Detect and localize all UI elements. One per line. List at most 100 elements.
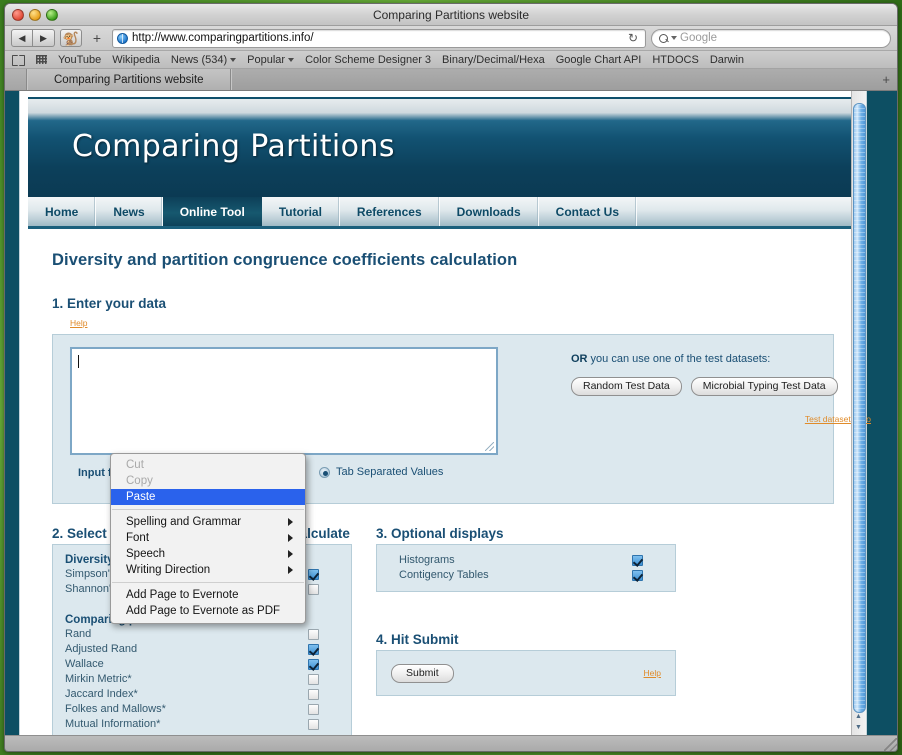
checkbox-mirkin-metric[interactable] (308, 674, 319, 685)
checkbox-label: Wallace (65, 658, 104, 670)
checkbox-row-mirkin-metric[interactable]: Mirkin Metric* (65, 672, 339, 687)
menu-item-label: Add Page to Evernote (126, 589, 239, 601)
vertical-scrollbar[interactable]: ▲ ▼ (851, 91, 866, 736)
nav-item-home[interactable]: Home (28, 197, 97, 226)
zoom-window-button[interactable] (46, 9, 58, 21)
address-bar[interactable]: http://www.comparingpartitions.info/ ↻ (112, 28, 646, 48)
optional-displays-panel: Histograms Contigency Tables (376, 544, 676, 592)
bookmark-wikipedia[interactable]: Wikipedia (112, 54, 160, 66)
nav-filler (637, 197, 858, 226)
checkbox-row-contigency-tables[interactable]: Contigency Tables (389, 568, 663, 583)
reload-icon[interactable]: ↻ (625, 31, 641, 45)
checkbox-row-folkes-and-mallows[interactable]: Folkes and Mallows* (65, 702, 339, 717)
data-textarea[interactable] (69, 346, 499, 456)
random-test-data-button[interactable]: Random Test Data (571, 377, 682, 396)
step-1-help-link[interactable]: Help (70, 318, 87, 328)
checkbox-contigency-tables[interactable] (632, 570, 643, 581)
checkbox-jaccard-index[interactable] (308, 689, 319, 700)
submenu-arrow-icon (288, 550, 293, 558)
nav-item-online-tool[interactable]: Online Tool (162, 197, 262, 226)
step-4-help-link[interactable]: Help (644, 668, 661, 678)
nav-item-contact-us[interactable]: Contact Us (539, 197, 637, 226)
checkbox-row-histograms[interactable]: Histograms (389, 553, 663, 568)
bookmark-label: News (534) (170, 53, 228, 66)
step-4-heading: 4. Hit Submit (376, 632, 459, 647)
text-cursor (78, 355, 79, 368)
window-resize-grip[interactable] (884, 738, 897, 751)
search-placeholder: Google (680, 32, 718, 44)
nav-label: References (356, 204, 422, 219)
context-menu-separator (112, 582, 304, 583)
bookmark-label: Binary/Decimal/Hexa (442, 53, 545, 66)
checkbox-row-rand[interactable]: Rand (65, 627, 339, 642)
nav-label: Online Tool (179, 204, 245, 219)
checkbox-shannons-index[interactable] (308, 584, 319, 595)
bookmark-color-scheme-designer[interactable]: Color Scheme Designer 3 (305, 54, 431, 66)
microbial-typing-test-data-button[interactable]: Microbial Typing Test Data (690, 377, 838, 396)
checkbox-histograms[interactable] (632, 555, 643, 566)
bookmark-darwin[interactable]: Darwin (710, 54, 744, 66)
checkbox-folkes-and-mallows[interactable] (308, 704, 319, 715)
bookmark-label: Google Chart API (555, 53, 642, 66)
checkbox-row-mutual-information[interactable]: Mutual Information* (65, 717, 339, 732)
chevron-down-icon[interactable] (671, 36, 677, 40)
evernote-elephant-icon[interactable]: 🐒 (60, 29, 82, 47)
menu-item-label: Cut (126, 459, 144, 471)
nav-item-tutorial[interactable]: Tutorial (262, 197, 340, 226)
checkbox-row-jaccard-index[interactable]: Jaccard Index* (65, 687, 339, 702)
checkbox-simpsons-index[interactable] (308, 569, 319, 580)
bookmark-google-chart-api[interactable]: Google Chart API (556, 54, 642, 66)
bookmark-binary-decimal-hexa[interactable]: Binary/Decimal/Hexa (442, 54, 545, 66)
step-1-label: 1. Enter your data (52, 296, 167, 311)
checkbox-row-adjusted-rand[interactable]: Adjusted Rand (65, 642, 339, 657)
tab-comparing-partitions-website[interactable]: Comparing Partitions website (27, 69, 231, 90)
checkbox-mutual-information[interactable] (308, 719, 319, 730)
test-datasets-text: OR you can use one of the test datasets: (571, 353, 871, 365)
context-menu-item-font[interactable]: Font (111, 530, 305, 546)
horizontal-scrollbar[interactable] (5, 735, 897, 751)
nav-item-news[interactable]: News (96, 197, 163, 226)
submit-button[interactable]: Submit (391, 663, 454, 683)
checkbox-wallace[interactable] (308, 659, 319, 670)
scroll-up-arrow-icon[interactable]: ▲ (852, 713, 865, 724)
bookmark-youtube[interactable]: YouTube (58, 54, 101, 66)
context-menu-item-add-page-to-evernote-as-pdf[interactable]: Add Page to Evernote as PDF (111, 603, 305, 619)
page-title: Diversity and partition congruence coeff… (52, 251, 518, 269)
submenu-arrow-icon (288, 566, 293, 574)
top-sites-icon[interactable] (36, 55, 47, 64)
add-bookmark-button[interactable]: + (87, 30, 107, 46)
site-navigation: Home News Online Tool Tutorial Reference… (28, 197, 858, 229)
nav-item-downloads[interactable]: Downloads (440, 197, 539, 226)
vertical-scrollbar-thumb[interactable] (853, 103, 866, 713)
context-menu-item-speech[interactable]: Speech (111, 546, 305, 562)
show-bookmarks-icon[interactable] (12, 55, 25, 66)
forward-arrow-icon[interactable]: ▶ (33, 29, 55, 47)
search-input[interactable]: Google (651, 28, 891, 48)
checkbox-label: Contigency Tables (399, 569, 489, 581)
url-text: http://www.comparingpartitions.info/ (132, 32, 314, 44)
nav-item-references[interactable]: References (340, 197, 440, 226)
context-menu-item-writing-direction[interactable]: Writing Direction (111, 562, 305, 578)
context-menu-item-add-page-to-evernote[interactable]: Add Page to Evernote (111, 587, 305, 603)
close-window-button[interactable] (12, 9, 24, 21)
bookmark-htdocs[interactable]: HTDOCS (652, 54, 698, 66)
checkbox-label: Mutual Information* (65, 718, 161, 730)
bookmark-popular[interactable]: Popular (247, 54, 295, 66)
nav-label: Tutorial (278, 204, 322, 219)
context-menu-item-spelling-and-grammar[interactable]: Spelling and Grammar (111, 514, 305, 530)
tab-strip-empty-area (230, 69, 897, 90)
input-format-tab-separated-option[interactable]: Tab Separated Values (319, 466, 443, 478)
submenu-arrow-icon (288, 518, 293, 526)
bookmark-news[interactable]: News (534) (170, 53, 237, 66)
context-menu-item-paste[interactable]: Paste (111, 489, 305, 505)
minimize-window-button[interactable] (29, 9, 41, 21)
textarea-resize-handle[interactable] (485, 442, 494, 451)
or-suffix: you can use one of the test datasets: (587, 353, 771, 365)
checkbox-row-wallace[interactable]: Wallace (65, 657, 339, 672)
test-dataset-buttons: Random Test Data Microbial Typing Test D… (571, 377, 871, 396)
checkbox-rand[interactable] (308, 629, 319, 640)
checkbox-adjusted-rand[interactable] (308, 644, 319, 655)
back-arrow-icon[interactable]: ◀ (11, 29, 33, 47)
scroll-down-arrow-icon[interactable]: ▼ (852, 724, 865, 735)
new-tab-button[interactable]: + (882, 72, 890, 87)
